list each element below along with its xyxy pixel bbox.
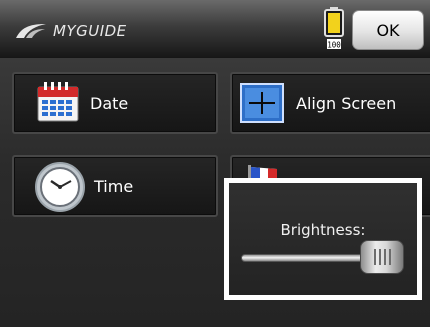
ok-button[interactable]: OK xyxy=(352,10,424,50)
date-label: Date xyxy=(90,93,129,113)
brightness-label: Brightness: xyxy=(280,221,366,239)
battery-icon: 100 xyxy=(324,7,344,50)
top-bar: MYGUIDE 100 OK xyxy=(0,0,430,58)
clock-icon xyxy=(35,162,85,212)
time-button[interactable]: Time xyxy=(12,155,218,217)
brand-logo: MYGUIDE xyxy=(14,20,127,42)
align-screen-icon xyxy=(240,83,284,123)
brightness-slider-handle[interactable] xyxy=(359,240,404,274)
date-button[interactable]: Date xyxy=(12,72,218,134)
align-screen-button[interactable]: Align Screen xyxy=(230,72,430,134)
battery-level-text: 100 xyxy=(327,41,341,50)
calendar-icon xyxy=(37,82,79,122)
brand-name: MYGUIDE xyxy=(53,22,127,40)
brightness-popup: Brightness: xyxy=(224,178,422,300)
time-label: Time xyxy=(94,176,134,196)
align-screen-label: Align Screen xyxy=(296,93,397,113)
brand-swoosh-icon xyxy=(16,24,46,38)
